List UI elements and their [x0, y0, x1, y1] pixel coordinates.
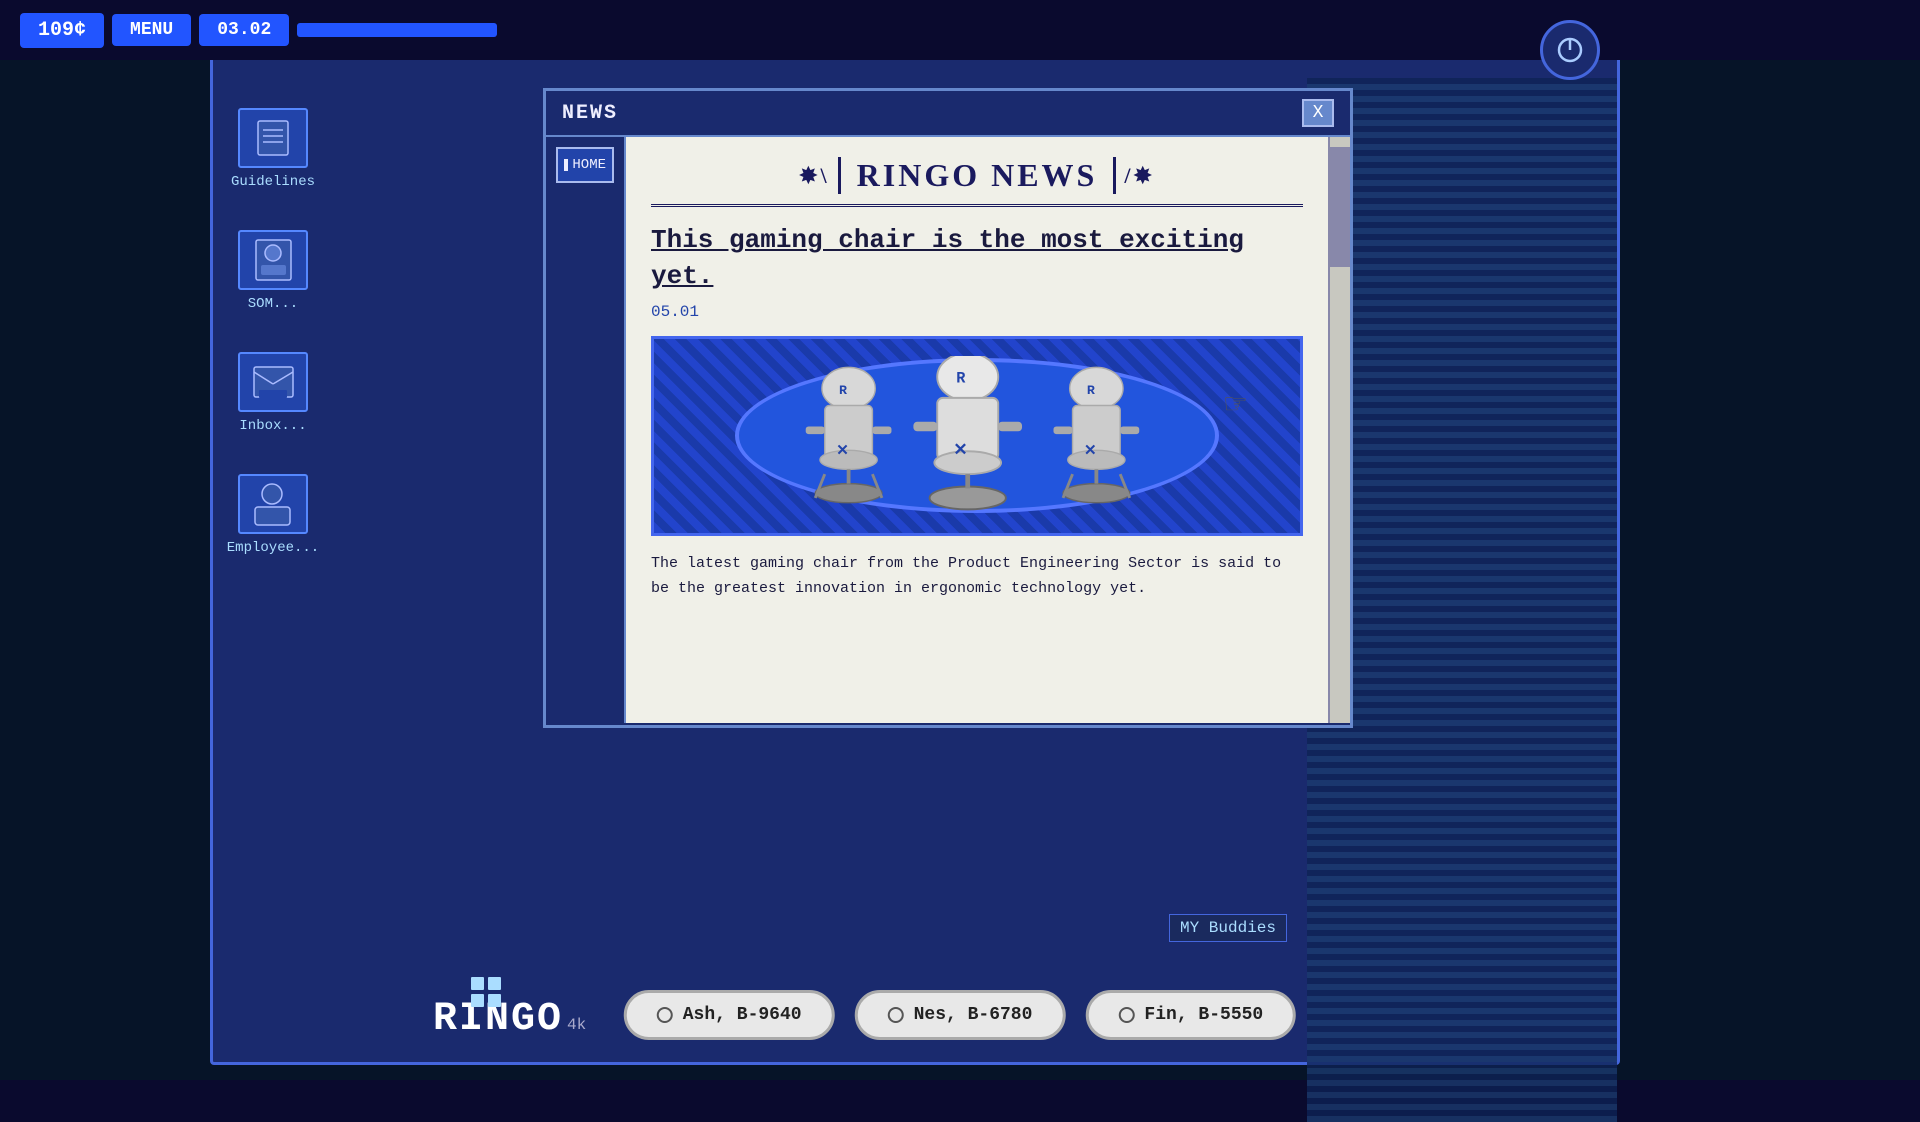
news-logo-sunburst-left: ✸\: [799, 163, 830, 189]
top-bar: 109¢ MENU 03.02: [0, 0, 1920, 60]
news-titlebar: NEWS X: [546, 91, 1350, 137]
employee-icon[interactable]: Employee...: [227, 474, 319, 556]
contact-ash-label: Ash, B-9640: [683, 1005, 802, 1025]
my-buddies-label: MY Buddies: [1169, 914, 1287, 942]
home-icon: [564, 159, 568, 171]
gaming-chairs-illustration: R: [739, 356, 1216, 516]
power-icon: [1555, 35, 1585, 65]
news-content-area: ✸\ RINGO NEWS /✸ This gaming chair is th…: [626, 137, 1328, 723]
news-scrollbar[interactable]: [1328, 137, 1350, 723]
time-display: 03.02: [199, 14, 289, 46]
home-label: HOME: [572, 157, 606, 173]
power-button[interactable]: [1540, 20, 1600, 80]
inbox-icon[interactable]: Inbox...: [238, 352, 308, 434]
news-body-text: The latest gaming chair from the Product…: [651, 551, 1303, 602]
news-window: NEWS X HOME ✸\ RINGO NEWS /✸ Thi: [543, 88, 1353, 728]
news-home-button[interactable]: HOME: [556, 147, 614, 183]
contact-fin-label: Fin, B-5550: [1144, 1005, 1263, 1025]
news-logo-text: RINGO NEWS: [838, 157, 1117, 194]
news-logo: ✸\ RINGO NEWS /✸: [651, 157, 1303, 207]
news-date: 05.01: [651, 303, 1303, 321]
news-image-oval: R: [735, 358, 1220, 513]
guidelines-label: Guidelines: [231, 174, 315, 190]
contact-nes-dot: [888, 1007, 904, 1023]
currency-display: 109¢: [20, 13, 104, 48]
guidelines-icon[interactable]: Guidelines: [231, 108, 315, 190]
progress-bar: [297, 23, 497, 37]
som-label: SOM...: [248, 296, 298, 312]
contact-ash-dot: [657, 1007, 673, 1023]
contact-nes-button[interactable]: Nes, B-6780: [855, 990, 1066, 1040]
desktop: Guidelines SOM... Inbox..: [210, 15, 1620, 1065]
news-close-button[interactable]: X: [1302, 99, 1334, 127]
contact-ash-button[interactable]: Ash, B-9640: [624, 990, 835, 1040]
news-window-title: NEWS: [562, 102, 618, 125]
inbox-label: Inbox...: [239, 418, 306, 434]
contact-fin-dot: [1118, 1007, 1134, 1023]
news-scrollbar-thumb[interactable]: [1330, 147, 1350, 267]
news-image: R: [651, 336, 1303, 536]
ringo-logo-area: RINGO 4k: [433, 997, 586, 1042]
contact-fin-button[interactable]: Fin, B-5550: [1085, 990, 1296, 1040]
news-logo-sunburst-right: /✸: [1124, 163, 1155, 189]
svg-text:R: R: [1087, 384, 1095, 399]
svg-text:R: R: [839, 384, 847, 399]
ringo-logo-sub: 4k: [567, 1016, 586, 1034]
right-stripes-bg: [1307, 78, 1617, 1122]
employee-label: Employee...: [227, 540, 319, 556]
svg-text:R: R: [956, 369, 966, 387]
cursor-icon: ☞: [1223, 387, 1248, 422]
svg-text:✕: ✕: [836, 442, 849, 460]
menu-button[interactable]: MENU: [112, 14, 191, 46]
svg-text:✕: ✕: [953, 442, 967, 461]
contact-nes-label: Nes, B-6780: [914, 1005, 1033, 1025]
contact-buttons: Ash, B-9640 Nes, B-6780 Fin, B-5550: [624, 990, 1296, 1040]
desktop-icons: Guidelines SOM... Inbox..: [213, 98, 333, 566]
som-icon[interactable]: SOM...: [238, 230, 308, 312]
svg-text:✕: ✕: [1084, 442, 1097, 460]
news-sidebar: HOME: [546, 137, 626, 723]
news-headline[interactable]: This gaming chair is the most exciting y…: [651, 222, 1303, 295]
news-body: HOME ✸\ RINGO NEWS /✸ This gaming chair …: [546, 137, 1350, 723]
